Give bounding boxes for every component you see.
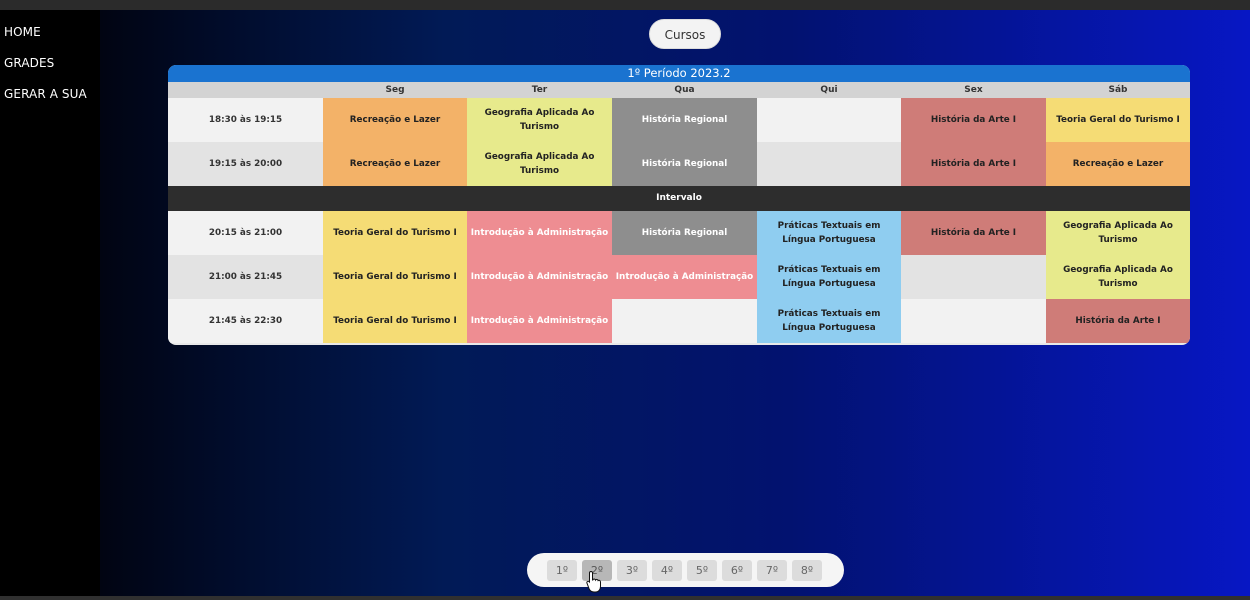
sidebar: HOME GRADES GERAR A SUA	[0, 10, 100, 596]
page-button-7[interactable]: 7º	[757, 560, 787, 581]
class-cell	[612, 299, 757, 343]
class-cell: Geografia Aplicada Ao Turismo	[467, 142, 612, 186]
class-cell: Geografia Aplicada Ao Turismo	[1046, 211, 1190, 255]
page-button-6[interactable]: 6º	[722, 560, 752, 581]
class-cell	[757, 142, 901, 186]
class-cell: História da Arte I	[901, 98, 1046, 142]
class-cell: Práticas Textuais em Língua Portuguesa	[757, 299, 901, 343]
day-header-qui: Qui	[757, 82, 901, 98]
class-cell: Introdução à Administração	[612, 255, 757, 299]
day-header-seg: Seg	[323, 82, 467, 98]
class-cell	[901, 255, 1046, 299]
class-cell: História Regional	[612, 142, 757, 186]
class-cell: Teoria Geral do Turismo I	[323, 255, 467, 299]
page-button-3[interactable]: 3º	[617, 560, 647, 581]
page-button-1[interactable]: 1º	[547, 560, 577, 581]
class-cell: História da Arte I	[1046, 299, 1190, 343]
break-row: Intervalo	[168, 186, 1190, 211]
class-cell	[901, 299, 1046, 343]
class-cell: Teoria Geral do Turismo I	[1046, 98, 1190, 142]
class-cell: Geografia Aplicada Ao Turismo	[467, 98, 612, 142]
class-cell: Teoria Geral do Turismo I	[323, 211, 467, 255]
day-header-qua: Qua	[612, 82, 757, 98]
schedule-row: 21:00 às 21:45 Teoria Geral do Turismo I…	[168, 255, 1190, 299]
class-cell: Teoria Geral do Turismo I	[323, 299, 467, 343]
page-button-4[interactable]: 4º	[652, 560, 682, 581]
class-cell: História Regional	[612, 211, 757, 255]
class-cell	[757, 98, 901, 142]
schedule-row: 19:15 às 20:00 Recreação e Lazer Geograf…	[168, 142, 1190, 186]
class-cell: Práticas Textuais em Língua Portuguesa	[757, 211, 901, 255]
window-bottom-edge	[0, 596, 1250, 600]
day-header-sex: Sex	[901, 82, 1046, 98]
time-slot: 19:15 às 20:00	[168, 142, 323, 186]
cursos-button[interactable]: Cursos	[649, 19, 721, 49]
day-header-ter: Ter	[467, 82, 612, 98]
nav-grades[interactable]: GRADES	[4, 54, 100, 73]
hand-cursor-icon	[586, 570, 601, 593]
browser-toolbar	[0, 0, 1250, 10]
nav-home[interactable]: HOME	[4, 23, 100, 42]
schedule-row: 21:45 às 22:30 Teoria Geral do Turismo I…	[168, 299, 1190, 343]
page-button-5[interactable]: 5º	[687, 560, 717, 581]
class-cell: Introdução à Administração	[467, 211, 612, 255]
class-cell: Introdução à Administração	[467, 299, 612, 343]
schedule-header-row: Seg Ter Qua Qui Sex Sáb	[168, 82, 1190, 98]
time-column-header	[168, 82, 323, 98]
class-cell: História Regional	[612, 98, 757, 142]
class-cell: Recreação e Lazer	[1046, 142, 1190, 186]
schedule-title: 1º Período 2023.2	[168, 65, 1190, 82]
class-cell: Práticas Textuais em Língua Portuguesa	[757, 255, 901, 299]
time-slot: 20:15 às 21:00	[168, 211, 323, 255]
page-button-8[interactable]: 8º	[792, 560, 822, 581]
time-slot: 18:30 às 19:15	[168, 98, 323, 142]
class-cell: Geografia Aplicada Ao Turismo	[1046, 255, 1190, 299]
schedule-row: 18:30 às 19:15 Recreação e Lazer Geograf…	[168, 98, 1190, 142]
nav-gerar-a-sua[interactable]: GERAR A SUA	[4, 85, 100, 104]
time-slot: 21:00 às 21:45	[168, 255, 323, 299]
period-pager: 1º 2º 3º 4º 5º 6º 7º 8º	[527, 553, 844, 587]
schedule-row: 20:15 às 21:00 Teoria Geral do Turismo I…	[168, 211, 1190, 255]
schedule-table: 1º Período 2023.2 Seg Ter Qua Qui Sex Sá…	[168, 65, 1190, 345]
class-cell: Recreação e Lazer	[323, 98, 467, 142]
time-slot: 21:45 às 22:30	[168, 299, 323, 343]
class-cell: História da Arte I	[901, 211, 1046, 255]
class-cell: Introdução à Administração	[467, 255, 612, 299]
day-header-sab: Sáb	[1046, 82, 1190, 98]
class-cell: Recreação e Lazer	[323, 142, 467, 186]
class-cell: História da Arte I	[901, 142, 1046, 186]
